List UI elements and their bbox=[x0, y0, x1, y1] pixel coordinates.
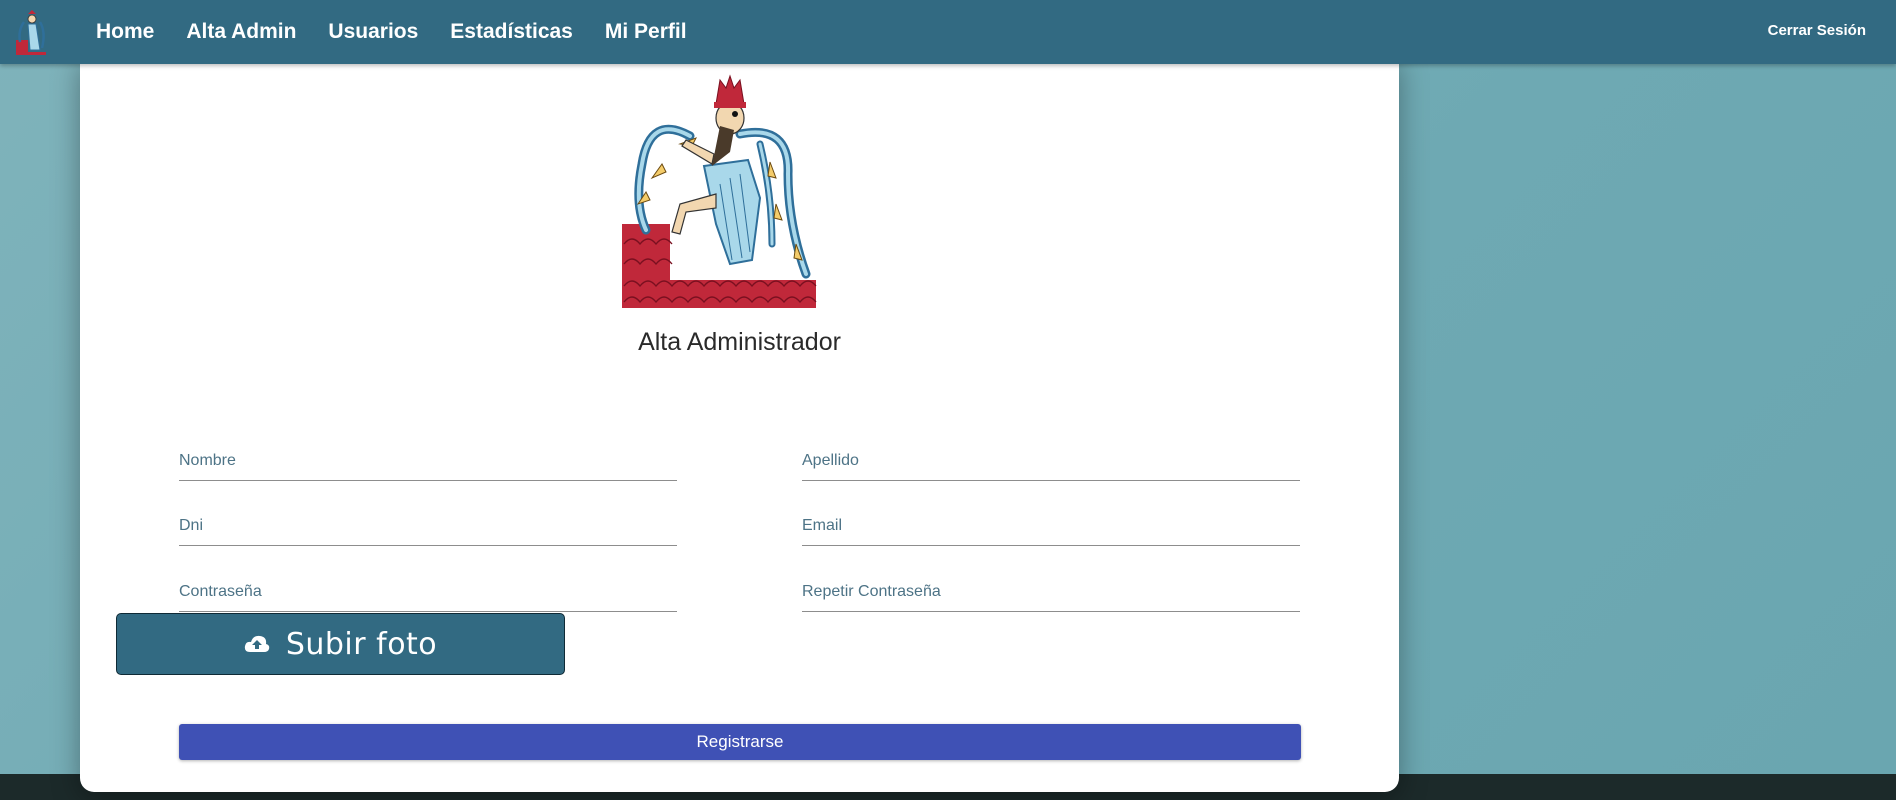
nav-mi-perfil[interactable]: Mi Perfil bbox=[605, 20, 687, 44]
logout-link[interactable]: Cerrar Sesión bbox=[1768, 22, 1866, 39]
register-button[interactable]: Registrarse bbox=[179, 724, 1301, 760]
nombre-input[interactable] bbox=[179, 452, 677, 470]
dni-input[interactable] bbox=[179, 517, 677, 535]
apellido-input[interactable] bbox=[802, 452, 1300, 470]
nav-alta-admin[interactable]: Alta Admin bbox=[186, 20, 296, 44]
password-repeat-input[interactable] bbox=[802, 583, 1300, 601]
password-field bbox=[179, 571, 677, 612]
page-title: Alta Administrador bbox=[638, 328, 841, 356]
nav-home[interactable]: Home bbox=[96, 20, 154, 44]
nav-estadisticas[interactable]: Estadísticas bbox=[450, 20, 573, 44]
nav-usuarios[interactable]: Usuarios bbox=[328, 20, 418, 44]
deity-figure-logo-icon bbox=[622, 74, 817, 308]
upload-photo-label: Subir foto bbox=[285, 626, 438, 662]
email-input[interactable] bbox=[802, 517, 1300, 535]
password-input[interactable] bbox=[179, 583, 677, 601]
nombre-field bbox=[179, 440, 677, 481]
register-admin-card: Alta Administrador Subir foto Registrars… bbox=[80, 58, 1399, 792]
cloud-upload-icon bbox=[244, 635, 270, 652]
upload-photo-button[interactable]: Subir foto bbox=[116, 613, 565, 675]
logo-icon[interactable] bbox=[14, 10, 50, 56]
password-repeat-field bbox=[802, 571, 1300, 612]
top-navbar: Home Alta Admin Usuarios Estadísticas Mi… bbox=[0, 0, 1896, 64]
apellido-field bbox=[802, 440, 1300, 481]
email-field bbox=[802, 505, 1300, 546]
dni-field bbox=[179, 505, 677, 546]
